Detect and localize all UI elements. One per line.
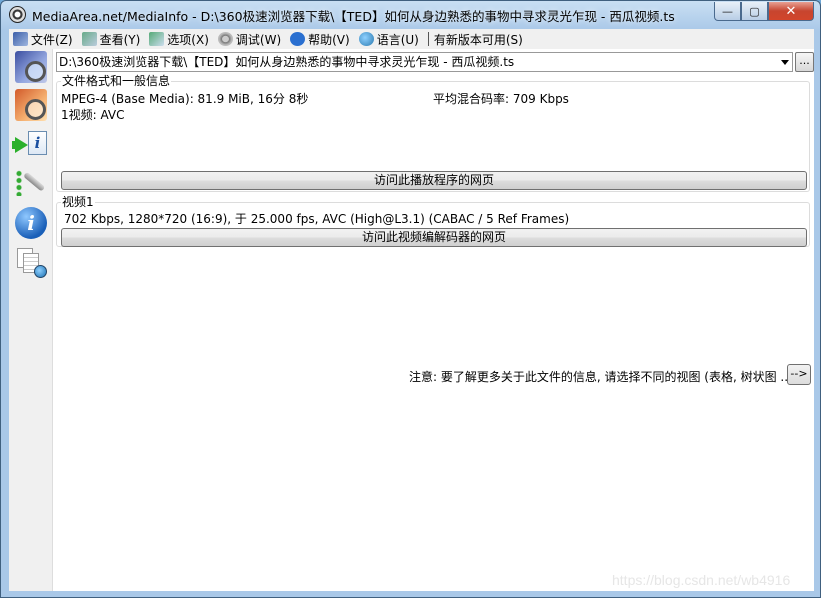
arrow-right-icon <box>15 137 28 153</box>
file-icon <box>13 32 28 46</box>
gear-icon <box>217 32 233 46</box>
video-details: 702 Kbps, 1280*720 (16:9), 于 25.000 fps,… <box>64 212 570 226</box>
menu-view[interactable]: 查看(Y) <box>81 31 141 48</box>
general-info-group: 文件格式和一般信息 MPEG-4 (Base Media): 81.9 MiB,… <box>56 74 810 192</box>
watermark: https://blog.csdn.net/wb4916 <box>612 572 791 588</box>
menu-new-version-label: 有新版本可用(S) <box>433 32 523 47</box>
info-document-icon: i <box>28 131 47 155</box>
app-icon[interactable] <box>9 6 26 23</box>
globe-icon <box>34 265 47 278</box>
file-select-value: D:\360极速浏览器下载\【TED】如何从身边熟悉的事物中寻求灵光乍现 - 西… <box>59 55 515 69</box>
wrench-icon <box>23 171 46 192</box>
menu-file[interactable]: 文件(Z) <box>13 31 73 48</box>
menu-options[interactable]: 选项(X) <box>149 31 209 48</box>
window-controls: — ▢ ✕ <box>714 2 814 21</box>
visit-player-webpage-button[interactable]: 访问此播放程序的网页 <box>61 171 807 190</box>
close-button[interactable]: ✕ <box>768 2 814 21</box>
menu-help[interactable]: 帮助(V) <box>290 31 350 48</box>
text-view-icon[interactable] <box>15 167 47 197</box>
general-group-title: 文件格式和一般信息 <box>61 74 172 88</box>
menu-help-label: 帮助(V) <box>308 32 350 47</box>
menu-view-label: 查看(Y) <box>99 32 141 47</box>
help-icon <box>290 32 306 46</box>
view-icon <box>81 32 97 46</box>
file-select[interactable]: D:\360极速浏览器下载\【TED】如何从身边熟悉的事物中寻求灵光乍现 - 西… <box>56 52 793 72</box>
tree-view-icon[interactable]: i <box>12 131 47 157</box>
title-bar[interactable]: MediaArea.net/MediaInfo - D:\360极速浏览器下载\… <box>1 1 820 28</box>
menu-language-label: 语言(U) <box>376 32 419 47</box>
view-hint-text: 注意: 要了解更多关于此文件的信息, 请选择不同的视图 (表格, 树状图 ...… <box>409 370 797 384</box>
menu-options-label: 选项(X) <box>167 32 209 47</box>
minimize-button[interactable]: — <box>714 2 741 21</box>
basic-view-icon[interactable] <box>15 51 47 83</box>
menu-separator <box>427 32 429 46</box>
maximize-button[interactable]: ▢ <box>741 2 768 21</box>
view-toolbar: i i <box>9 49 53 591</box>
window-title: MediaArea.net/MediaInfo - D:\360极速浏览器下载\… <box>32 9 675 24</box>
menu-debug-label: 调试(W) <box>235 32 282 47</box>
export-icon[interactable] <box>15 247 47 279</box>
overall-bitrate: 平均混合码率: 709 Kbps <box>433 92 569 106</box>
list-dots <box>16 170 22 196</box>
menu-debug[interactable]: 调试(W) <box>217 31 282 48</box>
chevron-down-icon[interactable] <box>781 60 789 65</box>
menu-file-label: 文件(Z) <box>31 32 73 47</box>
next-view-button[interactable]: --> <box>787 364 811 385</box>
video-stream-group: 视频1 702 Kbps, 1280*720 (16:9), 于 25.000 … <box>56 195 810 247</box>
about-info-icon[interactable]: i <box>15 207 47 239</box>
stream-summary: 1视频: AVC <box>61 108 125 122</box>
video-group-title: 视频1 <box>61 195 95 209</box>
menu-new-version[interactable]: 有新版本可用(S) <box>434 31 523 48</box>
browse-button[interactable]: ... <box>795 52 814 72</box>
mediainfo-window: MediaArea.net/MediaInfo - D:\360极速浏览器下载\… <box>0 0 821 598</box>
format-info: MPEG-4 (Base Media): 81.9 MiB, 16分 8秒 <box>61 92 309 106</box>
menu-language[interactable]: 语言(U) <box>358 31 419 48</box>
sheet-view-icon[interactable] <box>15 89 47 121</box>
menu-bar: 文件(Z) 查看(Y) 选项(X) 调试(W) 帮助(V) 语言(U) 有新版本… <box>9 29 814 49</box>
client-area: i i D:\360极速浏览器下载\【TED】如何从身边熟悉的事物中寻求灵光乍现… <box>9 49 814 591</box>
globe-icon <box>358 32 374 46</box>
options-icon <box>149 32 165 46</box>
visit-codec-webpage-button[interactable]: 访问此视频编解码器的网页 <box>61 228 807 247</box>
